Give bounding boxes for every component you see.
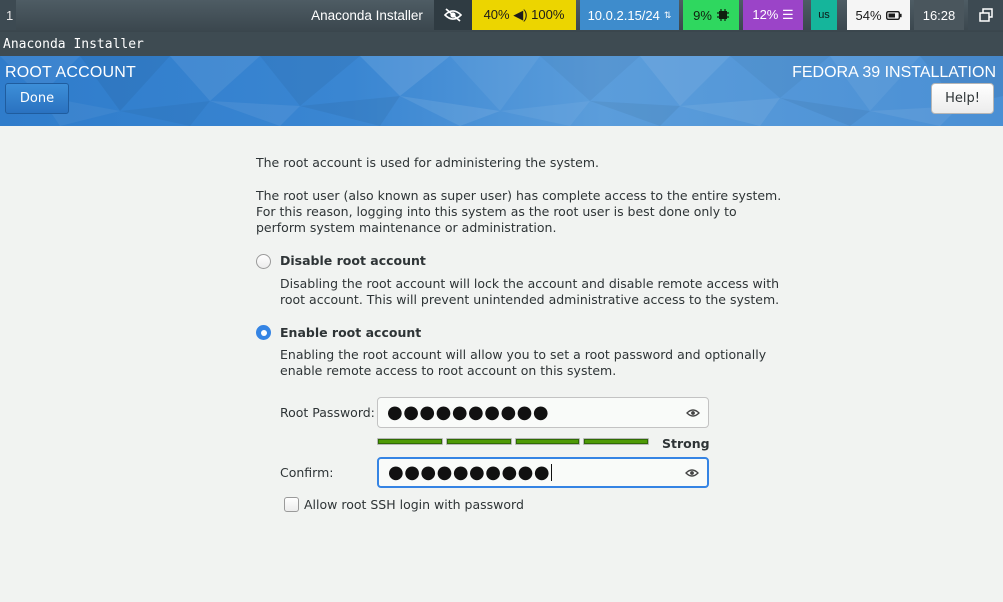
network-icon: ⇅ xyxy=(663,9,672,20)
intro-text: The root account is used for administeri… xyxy=(256,155,600,170)
allow-root-ssh-label[interactable]: Allow root SSH login with password xyxy=(304,497,524,514)
tray-windows-button[interactable] xyxy=(968,0,1003,30)
root-password-label: Root Password: xyxy=(280,405,375,420)
page-title: ROOT ACCOUNT xyxy=(5,64,137,81)
keyboard-layout[interactable]: us xyxy=(811,0,837,30)
confirm-password-value: ●●●●●●●●●● xyxy=(388,461,551,483)
enable-root-description-2: enable remote access to root account on … xyxy=(280,363,617,378)
description-line-1: The root user (also known as super user)… xyxy=(256,188,782,203)
spoke-header: ROOT ACCOUNT FEDORA 39 INSTALLATION Done… xyxy=(0,56,1003,126)
eye-icon xyxy=(686,408,700,417)
memory-status[interactable]: 12% ☰ xyxy=(743,0,803,30)
privacy-indicator[interactable] xyxy=(434,0,472,30)
workspace-indicator[interactable]: 1 xyxy=(0,0,16,30)
confirm-password-value-wrap: ●●●●●●●●●● xyxy=(379,461,677,483)
password-strength-label: Strong xyxy=(662,436,710,451)
enable-root-label[interactable]: Enable root account xyxy=(280,325,421,342)
strength-segment xyxy=(377,438,443,445)
show-password-toggle[interactable] xyxy=(678,408,708,418)
strength-segment xyxy=(445,438,512,445)
cpu-percent: 9% xyxy=(693,7,712,23)
focused-window-title: Anaconda Installer xyxy=(311,7,423,23)
strength-segment xyxy=(514,438,581,445)
password-strength-meter xyxy=(377,438,649,446)
battery-percent: 54% xyxy=(855,7,882,23)
disable-root-radio[interactable] xyxy=(256,254,271,269)
help-button[interactable]: Help! xyxy=(931,83,994,114)
status-bar: 1 Anaconda Installer 40% ◀) 100% 10.0.2.… xyxy=(0,0,1003,32)
clock[interactable]: 16:28 xyxy=(914,0,964,30)
disable-root-description-1: Disabling the root account will lock the… xyxy=(280,276,780,291)
eye-icon xyxy=(685,468,699,477)
allow-root-ssh-checkbox[interactable] xyxy=(284,497,299,512)
confirm-password-field[interactable]: ●●●●●●●●●● xyxy=(377,457,709,488)
battery-icon xyxy=(885,10,902,20)
show-confirm-toggle[interactable] xyxy=(677,468,707,478)
text-cursor xyxy=(551,464,553,481)
eye-slash-icon xyxy=(444,8,462,22)
root-password-value: ●●●●●●●●●● xyxy=(387,401,550,423)
product-title: FEDORA 39 INSTALLATION xyxy=(792,64,996,81)
description-line-3: perform system maintenance or administra… xyxy=(256,220,557,235)
cpu-icon xyxy=(716,9,729,21)
window-titlebar: Anaconda Installer xyxy=(0,32,1003,56)
done-button[interactable]: Done xyxy=(5,83,69,114)
disable-root-description-2: root account. This will prevent unintend… xyxy=(280,292,780,307)
ip-address: 10.0.2.15/24 xyxy=(587,7,660,23)
root-password-field[interactable]: ●●●●●●●●●● xyxy=(377,397,709,428)
confirm-password-label: Confirm: xyxy=(280,465,334,480)
strength-segment xyxy=(583,438,649,445)
windows-icon xyxy=(978,8,993,22)
cpu-status[interactable]: 9% xyxy=(683,0,739,30)
disable-root-label[interactable]: Disable root account xyxy=(280,253,426,270)
enable-root-radio[interactable] xyxy=(256,325,271,340)
enable-root-description-1: Enabling the root account will allow you… xyxy=(280,347,767,362)
battery-volume-status[interactable]: 40% ◀) 100% xyxy=(472,0,576,30)
battery-status[interactable]: 54% xyxy=(847,0,910,30)
network-ip-status[interactable]: 10.0.2.15/24 ⇅ xyxy=(580,0,679,30)
description-line-2: For this reason, logging into this syste… xyxy=(256,204,737,219)
